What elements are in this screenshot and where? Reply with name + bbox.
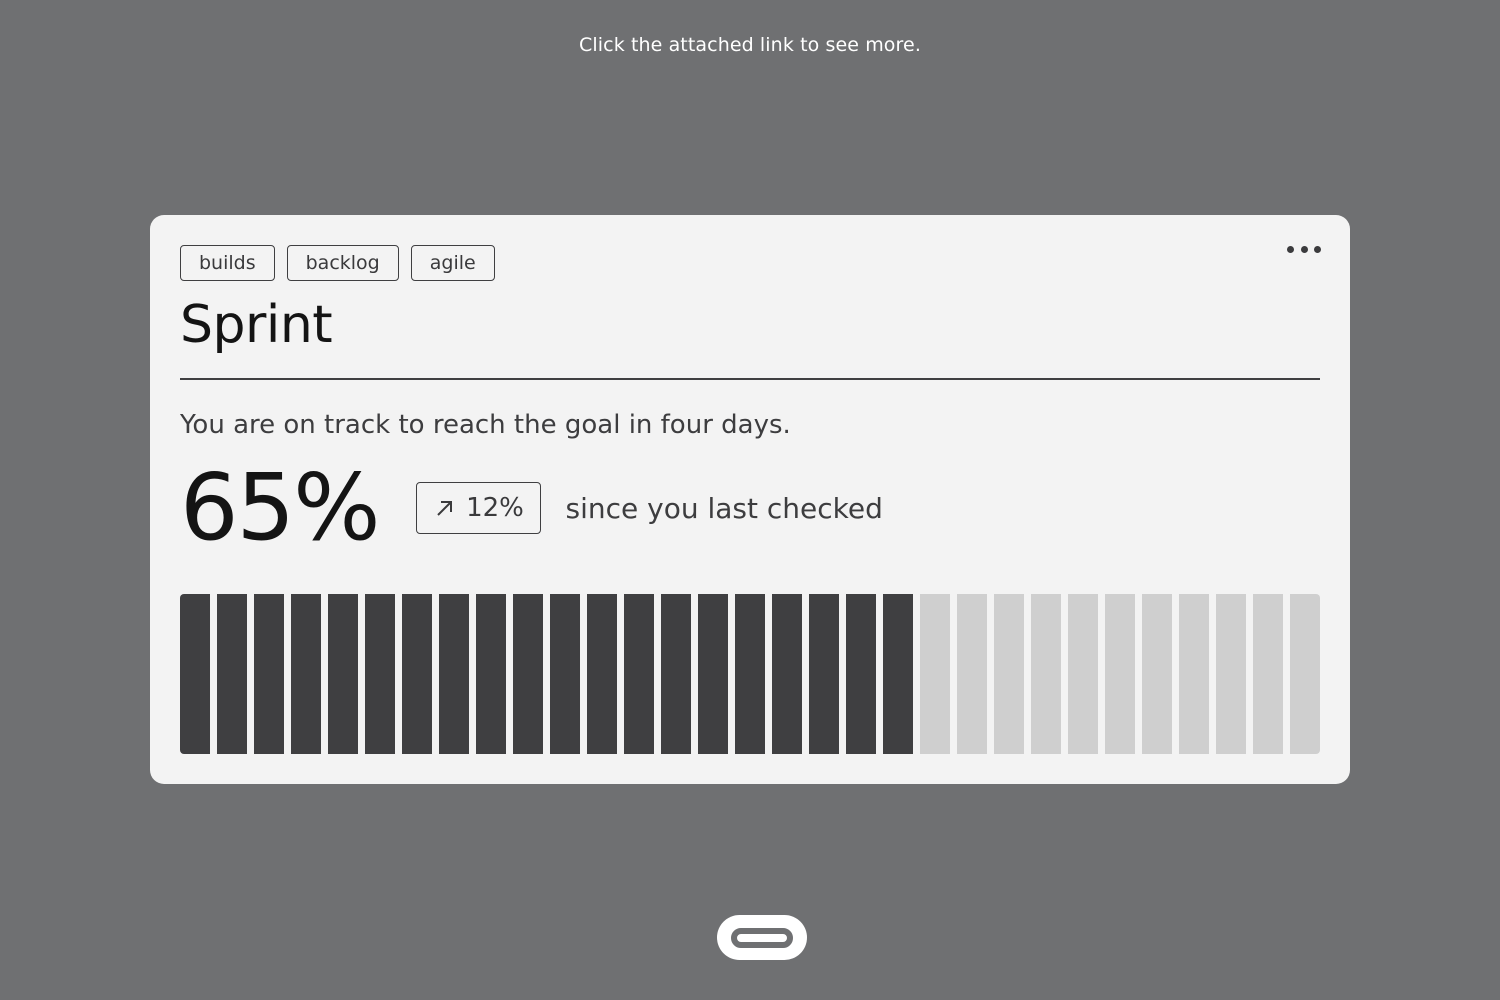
progress-segment-filled (624, 594, 654, 754)
link-icon (731, 927, 793, 948)
progress-percentage: 65% (180, 454, 380, 561)
progress-segment-filled (661, 594, 691, 754)
more-options-button[interactable] (1284, 239, 1324, 259)
attached-link-button[interactable] (717, 915, 807, 960)
progress-segment-filled (698, 594, 728, 754)
progress-segment-filled (476, 594, 506, 754)
since-label: since you last checked (565, 491, 883, 525)
tag-backlog[interactable]: backlog (286, 245, 399, 281)
delta-value: 12% (466, 493, 524, 523)
progress-segment-empty (920, 594, 950, 754)
progress-segment-empty (1068, 594, 1098, 754)
status-message: You are on track to reach the goal in fo… (180, 410, 791, 440)
card-title: Sprint (180, 295, 333, 355)
stat-row: 65% 12% since you last checked (180, 458, 883, 558)
progress-segment-empty (957, 594, 987, 754)
progress-segment-filled (402, 594, 432, 754)
progress-segment-empty (994, 594, 1024, 754)
progress-segment-filled (365, 594, 395, 754)
progress-segment-empty (1216, 594, 1246, 754)
progress-segment-filled (809, 594, 839, 754)
progress-segment-filled (217, 594, 247, 754)
page: Click the attached link to see more. bui… (0, 0, 1500, 1000)
progress-segment-empty (1031, 594, 1061, 754)
delta-badge: 12% (416, 482, 542, 534)
sprint-card: builds backlog agile Sprint You are on t… (150, 215, 1350, 784)
segmented-progress-bar (180, 594, 1320, 754)
tag-agile[interactable]: agile (410, 245, 495, 281)
progress-segment-filled (883, 594, 913, 754)
progress-segment-filled (550, 594, 580, 754)
progress-segment-filled (735, 594, 765, 754)
arrow-up-right-icon (437, 501, 453, 516)
progress-segment-empty (1105, 594, 1135, 754)
tag-builds[interactable]: builds (180, 245, 275, 281)
progress-segment-empty (1253, 594, 1283, 754)
progress-segment-filled (772, 594, 802, 754)
progress-segment-empty (1142, 594, 1172, 754)
progress-segment-filled (587, 594, 617, 754)
progress-segment-filled (846, 594, 876, 754)
progress-segment-filled (291, 594, 321, 754)
progress-segment-filled (439, 594, 469, 754)
progress-segment-filled (254, 594, 284, 754)
progress-segment-filled (513, 594, 543, 754)
progress-segment-empty (1179, 594, 1209, 754)
instruction-text: Click the attached link to see more. (579, 34, 921, 56)
progress-segment-filled (328, 594, 358, 754)
tag-list: builds backlog agile (180, 245, 495, 281)
divider (180, 378, 1320, 380)
progress-segment-empty (1290, 594, 1320, 754)
more-horizontal-icon (1287, 245, 1321, 253)
progress-segment-filled (180, 594, 210, 754)
